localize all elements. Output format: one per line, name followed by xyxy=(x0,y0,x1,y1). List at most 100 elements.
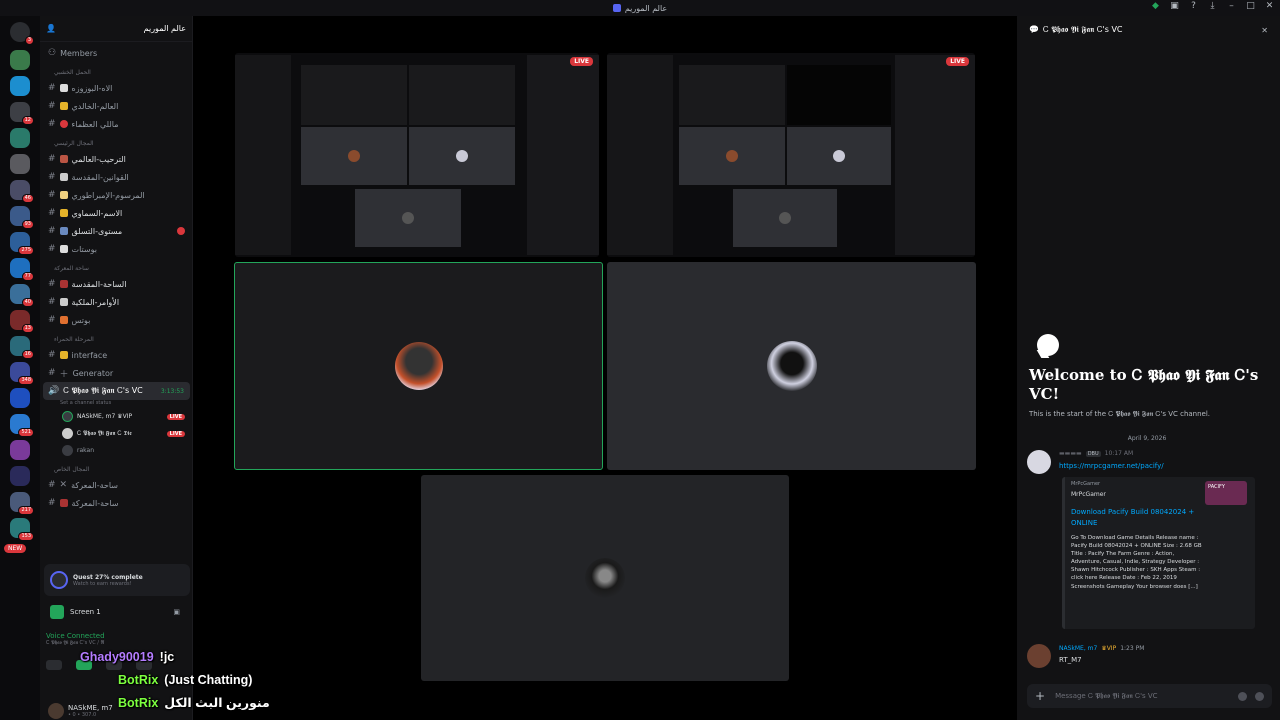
category-header[interactable]: المجال الرئيسي xyxy=(40,136,193,150)
category-header[interactable]: ساحة المعركة xyxy=(40,261,193,275)
participant-tile[interactable] xyxy=(607,262,976,470)
hash-icon: # xyxy=(48,368,56,378)
server-icon[interactable]: 40 xyxy=(10,284,34,307)
embed-thumbnail[interactable]: PACIFY xyxy=(1205,481,1247,505)
voice-user[interactable]: NASkME, m7 ♛VIP LIVE xyxy=(40,408,193,425)
channel-item[interactable]: # الاه-البوزوزه xyxy=(40,79,193,97)
stream-preview[interactable]: Screen 1 ▣ xyxy=(44,601,190,623)
channel-item[interactable]: # المرسوم-الإمبراطوري xyxy=(40,186,193,204)
stream-tile[interactable]: LIVE xyxy=(235,53,599,257)
server-icon[interactable]: 348 xyxy=(10,362,34,385)
embed-title[interactable]: Download Pacify Build 08042024 + ONLINE xyxy=(1071,507,1201,529)
voice-channel-item[interactable]: 🔊 Ꮯ 𝕻𝖍𝖆𝖔 𝖄𝖎 𝕱𝖆𝖓 Ꮯ's VC 3:13:53 xyxy=(43,382,190,400)
window-title-group: عالم الموريم xyxy=(612,4,667,13)
channel-item[interactable]: # بوتس xyxy=(40,311,193,329)
channel-item[interactable]: # ✕ ساحة-المعركة xyxy=(40,476,193,494)
overlay-line: BotRix منورين البث الكل xyxy=(80,691,270,714)
channel-item[interactable]: # interface xyxy=(40,346,193,364)
hash-icon: # xyxy=(48,297,56,307)
message-author[interactable]: NASkME, m7 xyxy=(1059,645,1097,652)
channel-item[interactable]: # ＋ Generator xyxy=(40,364,193,382)
minimize-button[interactable]: – xyxy=(1227,2,1236,11)
channel-item[interactable]: # الترحيب-العالمي xyxy=(40,150,193,168)
server-icon[interactable]: 77 xyxy=(10,258,34,281)
message-input[interactable]: Message Ꮯ 𝕻𝖍𝖆𝖔 𝖄𝖎 𝕱𝖆𝖓 Ꮯ's VC xyxy=(1055,692,1158,701)
help-icon[interactable]: ? xyxy=(1189,2,1198,11)
voice-timer: 3:13:53 xyxy=(160,387,184,395)
avatar[interactable] xyxy=(1027,450,1051,474)
server-icon[interactable] xyxy=(10,76,30,96)
composer-actions xyxy=(1238,691,1264,701)
members-item[interactable]: ⚇ Members xyxy=(40,44,193,62)
participant-tile[interactable] xyxy=(234,262,603,470)
server-icon[interactable] xyxy=(10,466,30,486)
server-icon[interactable]: 46 xyxy=(10,180,34,203)
attach-button[interactable]: + xyxy=(1035,689,1045,703)
guild-header[interactable]: 👤 عالم الموريم xyxy=(40,16,192,42)
server-icon[interactable]: 13 xyxy=(10,310,34,333)
voice-connected-panel[interactable]: Voice Connected Ꮯ 𝕻𝖍𝖆𝖔 𝖄𝖎 𝕱𝖆𝖓 Ꮯ's VC / 𝕬 xyxy=(46,632,192,646)
channel-item[interactable]: # الاسم-السماوي xyxy=(40,204,193,222)
participant-tile[interactable] xyxy=(421,475,789,681)
channel-item[interactable]: # العالم-الخالدي xyxy=(40,97,193,115)
channel-item[interactable]: # بوستات xyxy=(40,240,193,258)
category-header[interactable]: المجال الخاص xyxy=(40,462,193,476)
inbox-icon[interactable]: ▣ xyxy=(1170,2,1179,11)
emoji-icon xyxy=(59,227,68,235)
server-tag: DBU xyxy=(1085,450,1101,457)
channel-item[interactable]: # ساحة-المعركة xyxy=(40,494,193,512)
camera-button[interactable] xyxy=(46,660,62,670)
home-button[interactable]: 3 xyxy=(10,22,34,45)
avatar xyxy=(456,150,468,162)
stream-tile[interactable]: LIVE xyxy=(607,53,975,257)
mini-tile xyxy=(301,65,407,125)
channel-item[interactable]: # القوانين-المقدسة xyxy=(40,168,193,186)
close-icon[interactable]: ✕ xyxy=(1261,26,1268,35)
chat-bubble-icon xyxy=(1037,334,1059,356)
server-icon[interactable]: 93 xyxy=(10,206,34,229)
server-icon[interactable] xyxy=(10,50,30,70)
message-header: NASkME, m7 ♛VIP 1:23 PM xyxy=(1059,645,1144,652)
channel-item[interactable]: # ماللي العظماء xyxy=(40,115,193,133)
close-button[interactable]: ✕ xyxy=(1265,2,1274,11)
quest-progress[interactable]: Quest 27% complete Watch to earn rewards… xyxy=(44,564,190,596)
server-icon[interactable] xyxy=(10,388,30,408)
invite-icon[interactable]: 👤 xyxy=(46,24,56,33)
server-icon[interactable] xyxy=(10,154,30,174)
channel-name: الترحيب-العالمي xyxy=(71,154,126,164)
message-composer[interactable]: + Message Ꮯ 𝕻𝖍𝖆𝖔 𝖄𝖎 𝕱𝖆𝖓 Ꮯ's VC xyxy=(1027,684,1272,708)
voice-user[interactable]: Ꮯ 𝕻𝖍𝖆𝖔 𝖄𝖎 𝕱𝖆𝖓 Ꮯ 𝕯𝖎𝖊 LIVE xyxy=(40,425,193,442)
server-icon[interactable]: 16 xyxy=(10,336,34,359)
avatar[interactable] xyxy=(1027,644,1051,668)
voice-user[interactable]: rakan xyxy=(40,442,193,459)
category-header[interactable]: الحمل الخشبي xyxy=(40,65,193,79)
server-icon[interactable] xyxy=(10,440,30,460)
server-icon[interactable]: 521 xyxy=(10,414,34,437)
popout-icon[interactable]: ▣ xyxy=(173,608,180,616)
quest-title: Quest 27% complete xyxy=(73,573,143,581)
members-label: Members xyxy=(60,48,98,58)
emoji-button[interactable] xyxy=(1238,691,1247,701)
maximize-button[interactable]: □ xyxy=(1246,2,1255,11)
server-icon[interactable]: 275 xyxy=(10,232,34,255)
server-icon[interactable] xyxy=(10,128,30,148)
server-icon[interactable]: 153 xyxy=(10,518,34,541)
mention-badge: 153 xyxy=(18,532,34,541)
category-header[interactable]: المرحلة الحمراء xyxy=(40,332,193,346)
channel-item[interactable]: # الساحة-المقدسة xyxy=(40,275,193,293)
channel-item[interactable]: # الأوامر-الملكية xyxy=(40,293,193,311)
server-icon[interactable]: 217 xyxy=(10,492,34,515)
apps-button[interactable] xyxy=(1255,691,1264,701)
hash-icon: # xyxy=(48,172,56,182)
avatar xyxy=(394,342,443,390)
emoji-icon xyxy=(59,84,68,92)
nitro-icon[interactable]: ◆ xyxy=(1151,2,1160,11)
emoji-icon xyxy=(59,155,68,163)
download-icon[interactable]: ⤓ xyxy=(1208,2,1217,11)
new-badge[interactable]: NEW xyxy=(4,544,27,553)
channel-item[interactable]: # مستوى-التسلق xyxy=(40,222,193,240)
channel-status[interactable]: Set a channel status xyxy=(40,400,193,408)
server-icon[interactable]: 12 xyxy=(10,102,34,125)
message-link[interactable]: https://mrpcgamer.net/pacify/ xyxy=(1059,462,1164,470)
message-author[interactable]: ▬▬▬▬ xyxy=(1059,450,1082,457)
